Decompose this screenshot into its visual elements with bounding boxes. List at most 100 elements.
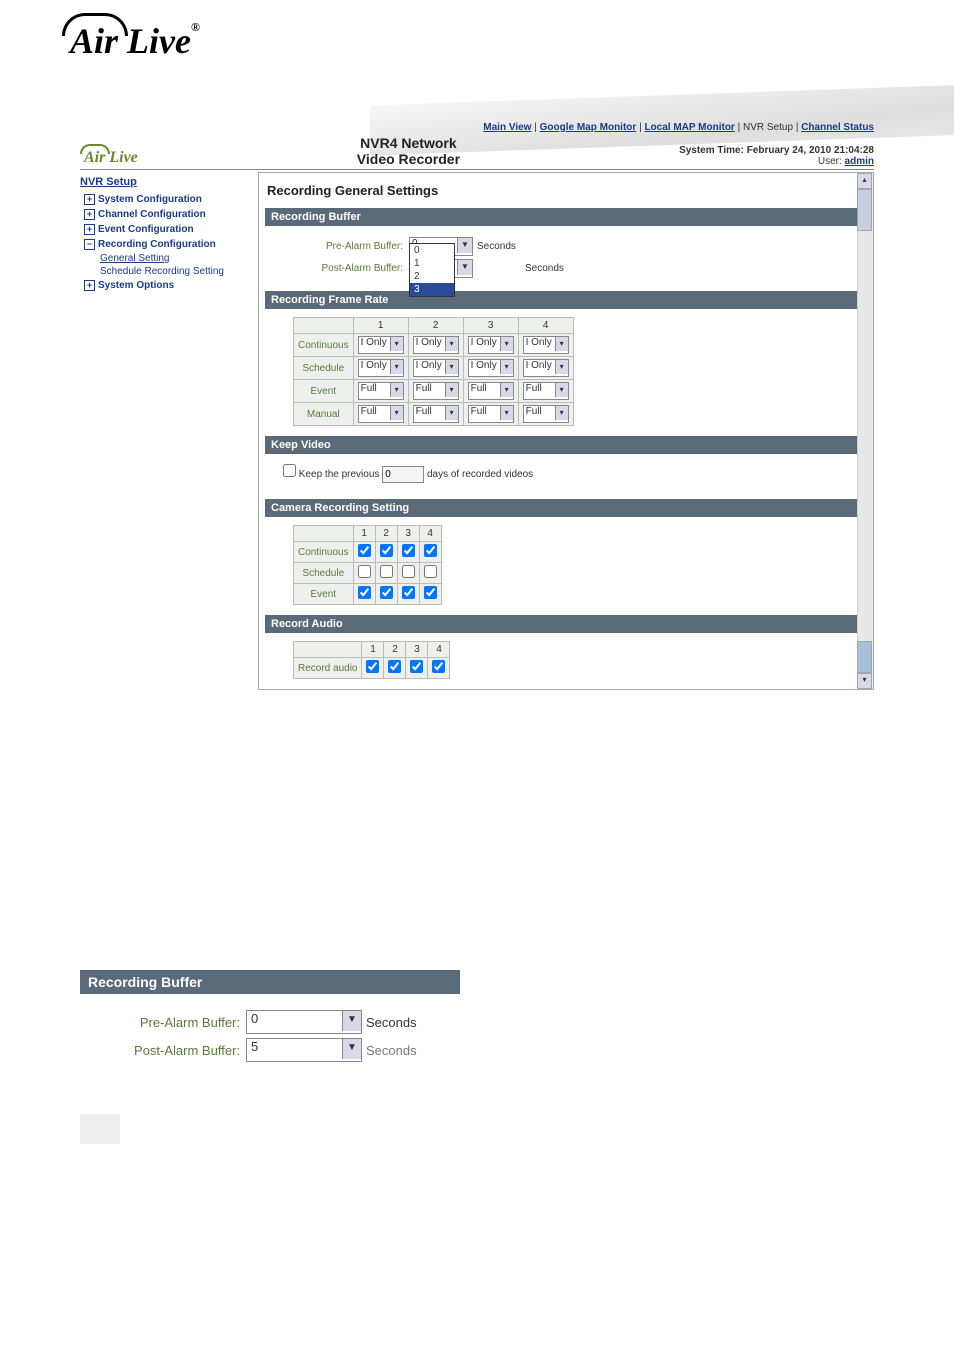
- scroll-thumb[interactable]: [857, 189, 872, 231]
- detail-post-select[interactable]: 5 ▼: [246, 1038, 362, 1062]
- sidebar-item-channel-config[interactable]: +Channel Configuration: [80, 207, 258, 222]
- camera-checkbox[interactable]: [402, 565, 415, 578]
- chevron-down-icon[interactable]: ▾: [390, 406, 403, 420]
- camera-checkbox[interactable]: [424, 544, 437, 557]
- nav-local-map[interactable]: Local MAP Monitor: [644, 122, 734, 133]
- sidebar-title[interactable]: NVR Setup: [80, 176, 137, 188]
- camera-checkbox[interactable]: [358, 544, 371, 557]
- chevron-down-icon[interactable]: ▼: [457, 238, 472, 253]
- chevron-down-icon[interactable]: ▼: [342, 1011, 361, 1031]
- frame-rate-select[interactable]: Full▾: [413, 382, 459, 400]
- nav-google-map[interactable]: Google Map Monitor: [540, 122, 637, 133]
- sidebar-item-event-config[interactable]: +Event Configuration: [80, 222, 258, 237]
- frame-rate-select[interactable]: I Only▾: [358, 359, 404, 377]
- scrollbar[interactable]: ▴ ▾: [857, 173, 873, 689]
- frame-rate-select[interactable]: Full▾: [468, 405, 514, 423]
- detail-pre-select[interactable]: 0 ▼: [246, 1010, 362, 1034]
- camera-checkbox[interactable]: [424, 586, 437, 599]
- camera-checkbox[interactable]: [424, 565, 437, 578]
- audio-checkbox[interactable]: [388, 660, 401, 673]
- sidebar-item-system-options[interactable]: +System Options: [80, 278, 258, 293]
- frame-rate-select[interactable]: Full▾: [468, 382, 514, 400]
- chevron-down-icon[interactable]: ▾: [390, 360, 403, 374]
- expand-icon[interactable]: +: [84, 209, 95, 220]
- scroll-up-icon[interactable]: ▴: [857, 173, 872, 189]
- frame-rate-select[interactable]: I Only▾: [468, 359, 514, 377]
- expand-icon[interactable]: +: [84, 224, 95, 235]
- scroll-thumb[interactable]: [857, 641, 872, 673]
- chevron-down-icon[interactable]: ▾: [390, 383, 403, 397]
- chevron-down-icon[interactable]: ▾: [445, 337, 458, 351]
- chevron-down-icon[interactable]: ▾: [555, 337, 568, 351]
- frame-rate-table: 1 2 3 4 Continuous I Only▾ I Only▾ I Onl…: [293, 317, 574, 426]
- sidebar-subitem-schedule-setting[interactable]: Schedule Recording Setting: [80, 265, 258, 278]
- row-label: Manual: [294, 403, 354, 426]
- collapse-icon[interactable]: −: [84, 239, 95, 250]
- frame-rate-select[interactable]: I Only▾: [468, 336, 514, 354]
- frame-rate-select[interactable]: I Only▾: [413, 359, 459, 377]
- audio-checkbox[interactable]: [410, 660, 423, 673]
- audio-checkbox[interactable]: [432, 660, 445, 673]
- frame-rate-select[interactable]: Full▾: [358, 382, 404, 400]
- frame-rate-select[interactable]: Full▾: [413, 405, 459, 423]
- chevron-down-icon[interactable]: ▾: [555, 360, 568, 374]
- chevron-down-icon[interactable]: ▾: [555, 383, 568, 397]
- sidebar-item-recording-config[interactable]: −Recording Configuration: [80, 237, 258, 252]
- audio-checkbox[interactable]: [366, 660, 379, 673]
- section-camera-setting: Camera Recording Setting: [265, 499, 867, 517]
- sidebar: NVR Setup +System Configuration +Channel…: [80, 172, 258, 690]
- nav-nvr-setup[interactable]: NVR Setup: [743, 122, 793, 133]
- dropdown-option[interactable]: 0: [410, 244, 454, 257]
- chevron-down-icon[interactable]: ▾: [445, 360, 458, 374]
- brand-logo: Air Live®: [70, 21, 200, 61]
- keep-video-checkbox[interactable]: [283, 464, 296, 477]
- camera-checkbox[interactable]: [380, 565, 393, 578]
- chevron-down-icon[interactable]: ▾: [500, 360, 513, 374]
- row-label: Schedule: [294, 563, 354, 584]
- row-label: Record audio: [294, 658, 362, 679]
- frame-rate-select[interactable]: Full▾: [523, 382, 569, 400]
- top-nav: Main View | Google Map Monitor | Local M…: [80, 122, 874, 135]
- dropdown-option[interactable]: 1: [410, 257, 454, 270]
- col-header: 4: [428, 642, 450, 658]
- scroll-down-icon[interactable]: ▾: [857, 673, 872, 689]
- camera-checkbox[interactable]: [358, 565, 371, 578]
- dropdown-option[interactable]: 3: [410, 283, 454, 296]
- frame-rate-select[interactable]: I Only▾: [523, 336, 569, 354]
- camera-checkbox[interactable]: [380, 586, 393, 599]
- frame-rate-select[interactable]: Full▾: [358, 405, 404, 423]
- camera-checkbox[interactable]: [358, 586, 371, 599]
- chevron-down-icon[interactable]: ▾: [390, 337, 403, 351]
- chevron-down-icon[interactable]: ▼: [457, 260, 472, 275]
- expand-icon[interactable]: +: [84, 194, 95, 205]
- camera-checkbox[interactable]: [402, 544, 415, 557]
- nav-channel-status[interactable]: Channel Status: [801, 122, 874, 133]
- post-alarm-dropdown[interactable]: 0 1 2 3: [409, 243, 455, 297]
- placeholder-box: [80, 1114, 120, 1144]
- frame-rate-select[interactable]: I Only▾: [413, 336, 459, 354]
- user-link[interactable]: admin: [845, 156, 874, 167]
- col-header: 1: [353, 318, 408, 334]
- chevron-down-icon[interactable]: ▾: [555, 406, 568, 420]
- chevron-down-icon[interactable]: ▾: [500, 406, 513, 420]
- frame-rate-select[interactable]: I Only▾: [358, 336, 404, 354]
- chevron-down-icon[interactable]: ▾: [445, 383, 458, 397]
- col-header: 4: [419, 526, 441, 542]
- sidebar-item-system-config[interactable]: +System Configuration: [80, 192, 258, 207]
- frame-rate-select[interactable]: I Only▾: [523, 359, 569, 377]
- frame-rate-select[interactable]: Full▾: [523, 405, 569, 423]
- keep-video-days-input[interactable]: [382, 466, 424, 483]
- chevron-down-icon[interactable]: ▾: [500, 337, 513, 351]
- chevron-down-icon[interactable]: ▼: [342, 1039, 361, 1059]
- post-alarm-label: Post-Alarm Buffer:: [293, 263, 409, 274]
- pre-alarm-label: Pre-Alarm Buffer:: [293, 241, 409, 252]
- chevron-down-icon[interactable]: ▾: [500, 383, 513, 397]
- dropdown-option[interactable]: 2: [410, 270, 454, 283]
- nav-main-view[interactable]: Main View: [483, 122, 531, 133]
- sidebar-subitem-general-setting[interactable]: General Setting: [80, 252, 258, 265]
- camera-checkbox[interactable]: [402, 586, 415, 599]
- camera-checkbox[interactable]: [380, 544, 393, 557]
- expand-icon[interactable]: +: [84, 280, 95, 291]
- section-recording-buffer: Recording Buffer: [265, 208, 867, 226]
- chevron-down-icon[interactable]: ▾: [445, 406, 458, 420]
